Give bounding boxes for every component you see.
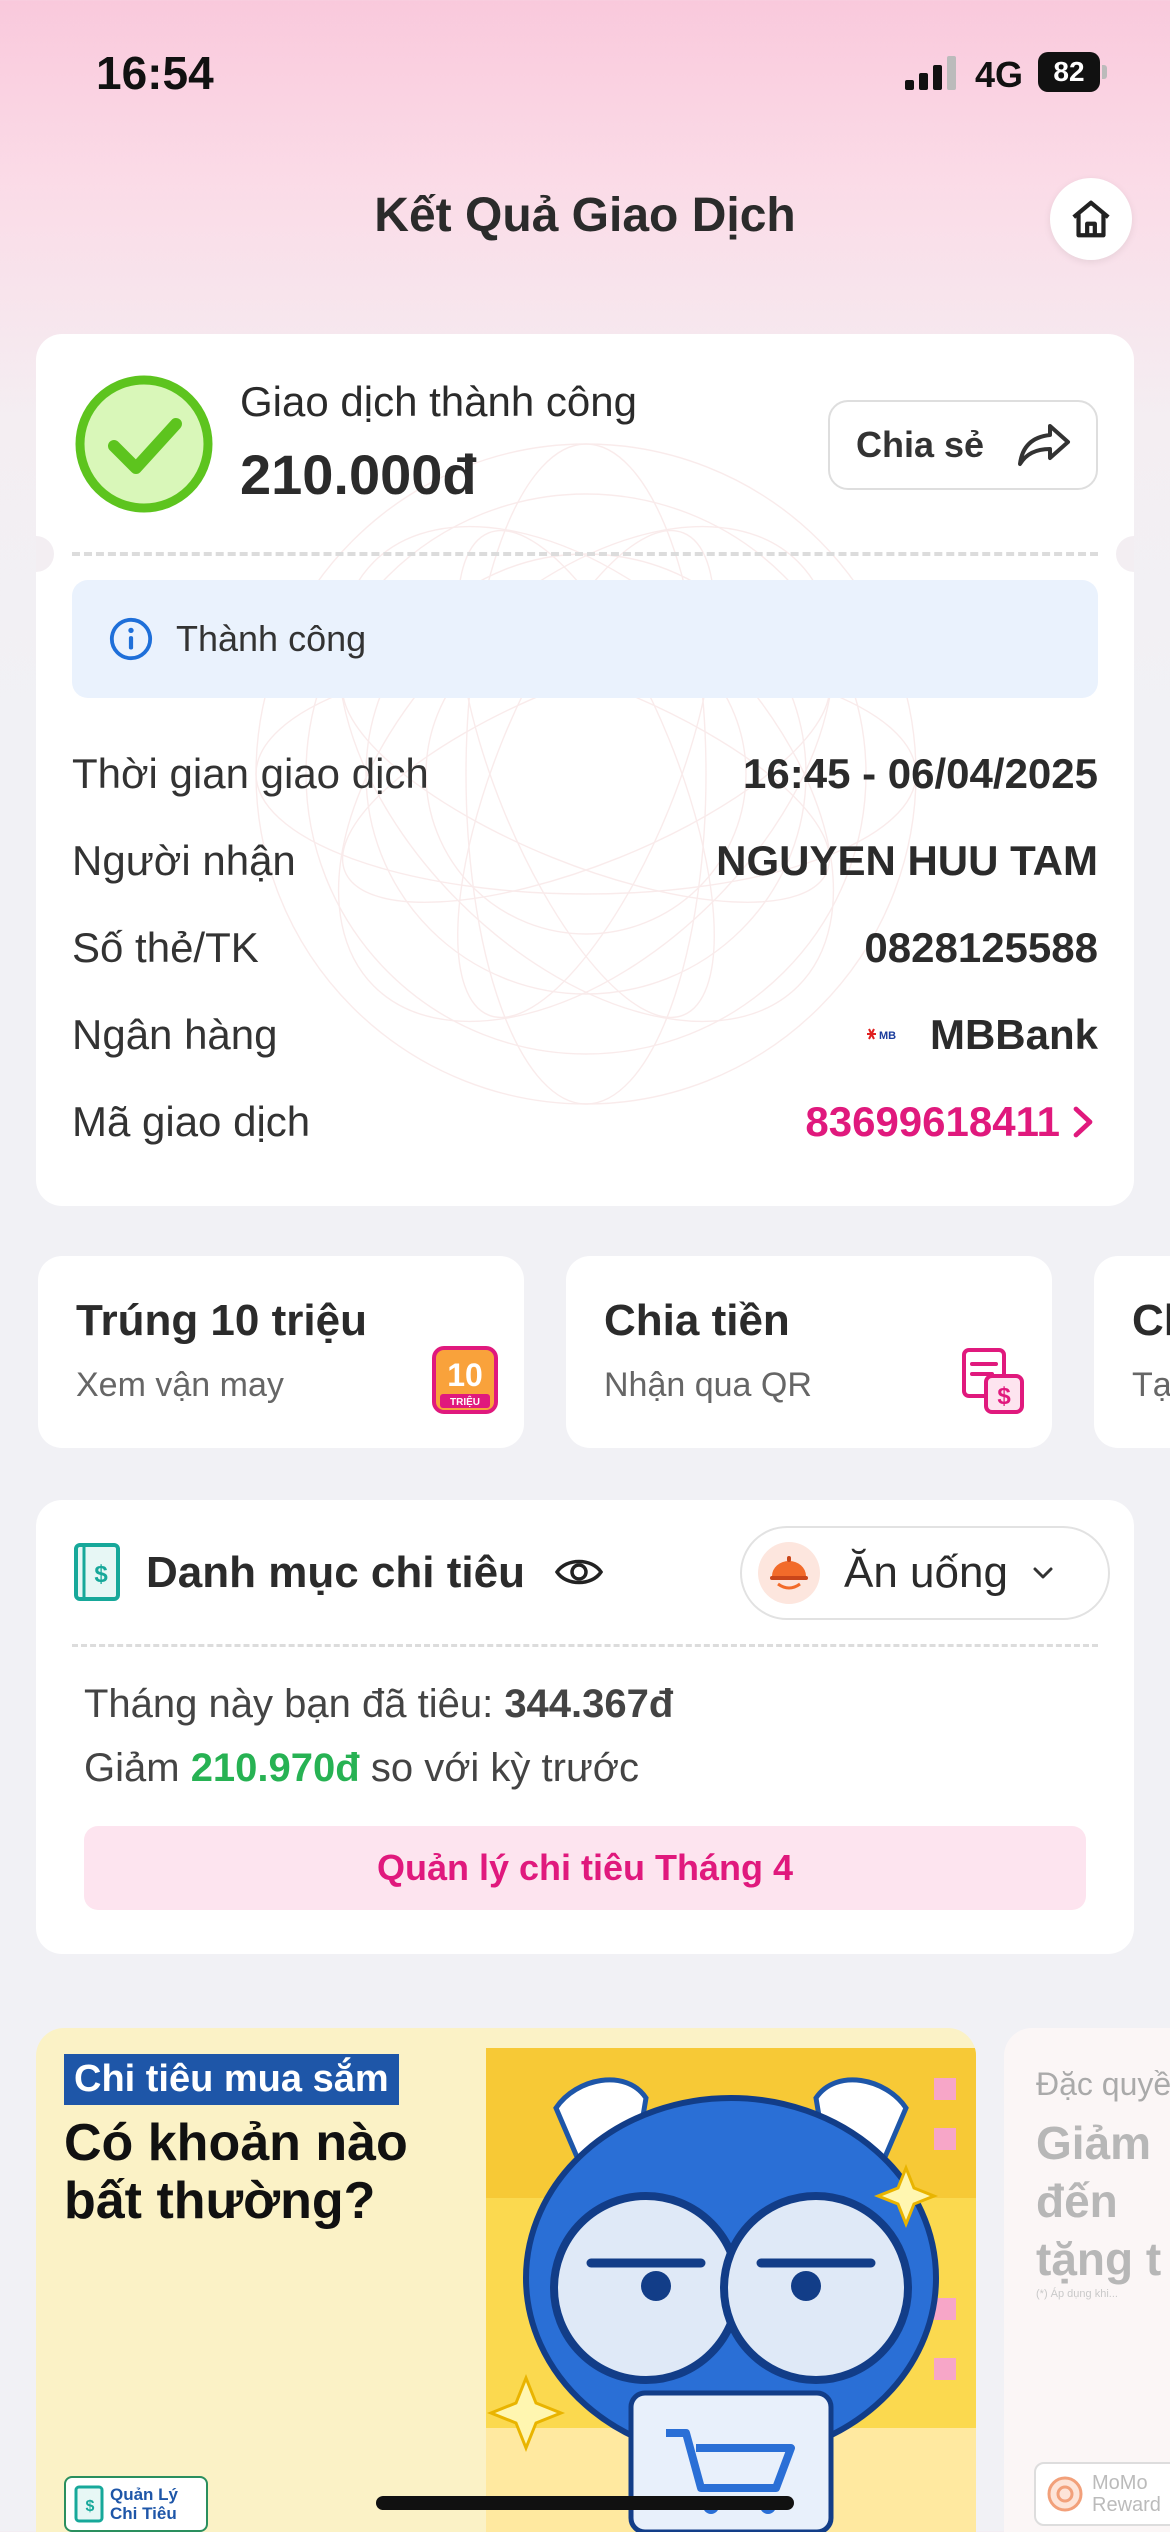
signal-icon bbox=[905, 56, 956, 90]
detail-label: Ngân hàng bbox=[72, 1011, 278, 1058]
detail-row-recipient: Người nhận NGUYEN HUU TAM bbox=[72, 831, 1098, 891]
divider bbox=[72, 1644, 1098, 1647]
svg-text:TRIỆU: TRIỆU bbox=[450, 1395, 480, 1408]
ticket-notch-left bbox=[36, 536, 54, 572]
spending-category-card: $ Danh mục chi tiêu Ăn uống Tháng này bạ… bbox=[36, 1500, 1134, 1954]
detail-label: Mã giao dịch bbox=[72, 1098, 311, 1145]
home-icon bbox=[1072, 200, 1110, 238]
category-selector[interactable]: Ăn uống bbox=[740, 1526, 1110, 1620]
momo-reward-badge: MoMo Reward bbox=[1034, 2462, 1170, 2526]
share-label: Chia sẻ bbox=[856, 424, 985, 465]
tile-split-bill[interactable]: Chia tiền Nhận qua QR $ bbox=[566, 1256, 1052, 1448]
shopping-spending-banner[interactable]: Chi tiêu mua sắm Có khoản nào bất thường… bbox=[36, 2028, 976, 2532]
monthly-spend-text: Tháng này bạn đã tiêu: 344.367đ bbox=[84, 1682, 674, 1726]
detail-value: 16:45 - 06/04/2025 bbox=[743, 750, 1098, 797]
page-title: Kết Quả Giao Dịch bbox=[374, 189, 796, 242]
expense-book-icon: $ bbox=[74, 1543, 120, 1601]
transaction-status: Giao dịch thành công bbox=[240, 378, 637, 425]
chevron-down-icon bbox=[1033, 1567, 1053, 1579]
detail-value: 0828125588 bbox=[864, 924, 1098, 971]
expense-manager-badge: $ Quản Lý Chi Tiêu bbox=[64, 2476, 208, 2532]
svg-text:MB: MB bbox=[879, 1030, 896, 1042]
tile-subtitle: Tạ bbox=[1132, 1366, 1170, 1404]
manage-spending-button[interactable]: Quản lý chi tiêu Tháng 4 bbox=[84, 1826, 1086, 1910]
info-icon bbox=[109, 617, 153, 661]
detail-value: MB MBBank bbox=[866, 1011, 1098, 1059]
battery-level: 82 bbox=[1038, 52, 1100, 92]
detail-label: Số thẻ/TK bbox=[72, 924, 259, 971]
tile-title: Trúng 10 triệu bbox=[76, 1296, 367, 1345]
split-money-icon: $ bbox=[962, 1348, 1024, 1414]
monthly-spend-amount: 344.367đ bbox=[504, 1682, 674, 1726]
share-arrow-icon bbox=[1018, 424, 1070, 466]
detail-row-time: Thời gian giao dịch 16:45 - 06/04/2025 bbox=[72, 744, 1098, 804]
tile-title: Chia tiền bbox=[604, 1296, 790, 1345]
detail-label: Người nhận bbox=[72, 837, 296, 884]
banner-lead: Đặc quyề bbox=[1036, 2066, 1170, 2102]
tile-subtitle: Xem vận may bbox=[76, 1366, 284, 1404]
transaction-amount: 210.000đ bbox=[240, 443, 477, 506]
transaction-result-card: Giao dịch thành công 210.000đ Chia sẻ Th… bbox=[36, 334, 1134, 1206]
ticket-notch-right bbox=[1116, 536, 1134, 572]
network-type: 4G bbox=[975, 54, 1024, 95]
privilege-banner[interactable]: Đặc quyề Giảm đến tặng t (*) Áp dụng khi… bbox=[1004, 2028, 1170, 2532]
spend-change-text: Giảm 210.970đ so với kỳ trước bbox=[84, 1746, 639, 1790]
svg-text:$: $ bbox=[86, 2498, 95, 2515]
banner-fine-print: (*) Áp dụng khi... bbox=[1036, 2288, 1118, 2300]
status-bar: 16:54 4G 82 bbox=[0, 0, 1170, 140]
info-label: Thành công bbox=[176, 618, 367, 659]
lucky-10-million-icon: 10 TRIỆU bbox=[432, 1346, 498, 1414]
bank-name: MBBank bbox=[929, 1011, 1098, 1058]
svg-text:10: 10 bbox=[447, 1357, 483, 1393]
category-label: Ăn uống bbox=[844, 1548, 1008, 1597]
spending-title: Danh mục chi tiêu bbox=[146, 1548, 525, 1597]
tile-title: Ch bbox=[1132, 1296, 1170, 1345]
chevron-right-icon bbox=[1073, 1106, 1093, 1138]
food-icon bbox=[758, 1542, 820, 1604]
success-check-icon bbox=[75, 375, 213, 513]
tile-subtitle: Nhận qua QR bbox=[604, 1366, 812, 1404]
detail-row-transaction-id[interactable]: Mã giao dịch 83699618411 bbox=[72, 1092, 1098, 1152]
banner-tag: Chi tiêu mua sắm bbox=[64, 2054, 399, 2105]
tile-win-10-million[interactable]: Trúng 10 triệu Xem vận may 10 TRIỆU bbox=[38, 1256, 524, 1448]
battery-icon: 82 bbox=[1038, 52, 1108, 92]
detail-row-account: Số thẻ/TK 0828125588 bbox=[72, 918, 1098, 978]
info-box: Thành công bbox=[72, 580, 1098, 698]
banner-headline: Giảm đến tặng t bbox=[1036, 2117, 1162, 2285]
expense-book-icon: $ bbox=[74, 2485, 104, 2523]
banner-headline: Có khoản nào bất thường? bbox=[64, 2114, 408, 2230]
detail-row-bank: Ngân hàng MB MBBank bbox=[72, 1005, 1098, 1065]
home-button[interactable] bbox=[1050, 178, 1132, 260]
spend-decrease-amount: 210.970đ bbox=[190, 1746, 360, 1790]
svg-text:$: $ bbox=[94, 1561, 108, 1588]
share-button[interactable]: Chia sẻ bbox=[828, 400, 1098, 490]
transaction-id-link[interactable]: 83699618411 bbox=[805, 1098, 1098, 1146]
mascot-illustration bbox=[486, 2048, 976, 2532]
svg-text:$: $ bbox=[997, 1383, 1011, 1410]
divider bbox=[72, 552, 1098, 556]
tile-partial[interactable]: Ch Tạ bbox=[1094, 1256, 1170, 1448]
home-indicator[interactable] bbox=[376, 2496, 794, 2510]
detail-label: Thời gian giao dịch bbox=[72, 750, 429, 797]
eye-icon[interactable] bbox=[554, 1552, 604, 1592]
mbbank-logo-icon: MB bbox=[866, 1028, 896, 1042]
transaction-id: 83699618411 bbox=[805, 1098, 1060, 1145]
reward-icon bbox=[1047, 2476, 1083, 2512]
status-time: 16:54 bbox=[96, 47, 214, 99]
detail-value: NGUYEN HUU TAM bbox=[716, 837, 1098, 884]
